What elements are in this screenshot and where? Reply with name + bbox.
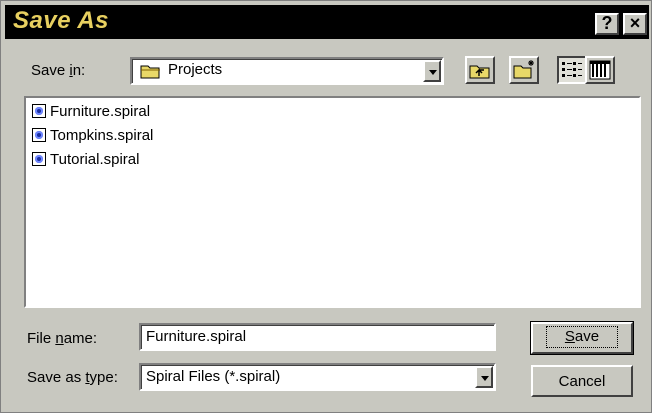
save-button-label: ave bbox=[574, 328, 600, 345]
details-view-icon bbox=[589, 60, 611, 80]
save-in-dropdown[interactable]: Projects bbox=[130, 57, 444, 85]
save-as-dialog: Save As ? × Save in: Projects Furniture.… bbox=[0, 0, 652, 413]
save-button-accel: S bbox=[564, 328, 575, 345]
spiral-file-icon bbox=[32, 104, 46, 118]
up-one-level-icon bbox=[469, 65, 490, 79]
save-in-value: Projects bbox=[168, 61, 223, 78]
list-view-button[interactable] bbox=[557, 56, 587, 84]
save-as-type-label: Save as type: bbox=[27, 369, 118, 386]
save-as-type-value: Spiral Files (*.spiral) bbox=[146, 368, 281, 385]
save-in-label-text-end: n: bbox=[72, 62, 86, 79]
up-one-level-button[interactable] bbox=[465, 56, 495, 84]
save-type-label-text: Save as bbox=[27, 369, 86, 386]
save-in-label-text: Save bbox=[31, 62, 70, 79]
file-list[interactable]: Furniture.spiral Tompkins.spiral Tutoria… bbox=[24, 96, 641, 308]
file-name-value: Furniture.spiral bbox=[146, 328, 247, 345]
cancel-button[interactable]: Cancel bbox=[531, 365, 633, 397]
save-as-type-dropdown-arrow[interactable] bbox=[475, 366, 493, 388]
file-name-text: Furniture.spiral bbox=[50, 102, 151, 120]
list-view-icon bbox=[562, 62, 582, 77]
list-item[interactable]: Tutorial.spiral bbox=[32, 149, 139, 169]
save-type-label-text-end: ype: bbox=[89, 369, 118, 386]
new-folder-button[interactable] bbox=[509, 56, 539, 84]
details-view-button[interactable] bbox=[585, 56, 615, 84]
save-button-focus: Save bbox=[545, 326, 619, 348]
save-button[interactable]: Save bbox=[530, 321, 634, 355]
dialog-title: Save As bbox=[13, 7, 110, 34]
file-name-text: Tutorial.spiral bbox=[50, 150, 140, 168]
spiral-file-icon bbox=[32, 128, 46, 142]
save-in-dropdown-arrow[interactable] bbox=[423, 60, 441, 82]
title-bar: Save As ? × bbox=[5, 5, 649, 39]
spiral-file-icon bbox=[32, 152, 46, 166]
file-name-text: Tompkins.spiral bbox=[50, 126, 154, 144]
file-name-label-accel: n bbox=[55, 330, 64, 347]
file-name-label-text-end: ame: bbox=[63, 330, 98, 347]
new-folder-icon bbox=[513, 60, 534, 79]
cancel-button-label: Cancel bbox=[558, 373, 606, 390]
file-name-field[interactable]: Furniture.spiral bbox=[139, 323, 496, 351]
file-name-label: File name: bbox=[27, 330, 97, 347]
close-button[interactable]: × bbox=[623, 13, 647, 35]
folder-icon bbox=[140, 65, 160, 79]
save-as-type-dropdown[interactable]: Spiral Files (*.spiral) bbox=[139, 363, 496, 391]
file-name-label-text: File bbox=[27, 330, 56, 347]
list-item[interactable]: Tompkins.spiral bbox=[32, 125, 153, 145]
list-item[interactable]: Furniture.spiral bbox=[32, 101, 150, 121]
save-in-label: Save in: bbox=[31, 62, 85, 79]
help-button[interactable]: ? bbox=[595, 13, 619, 35]
